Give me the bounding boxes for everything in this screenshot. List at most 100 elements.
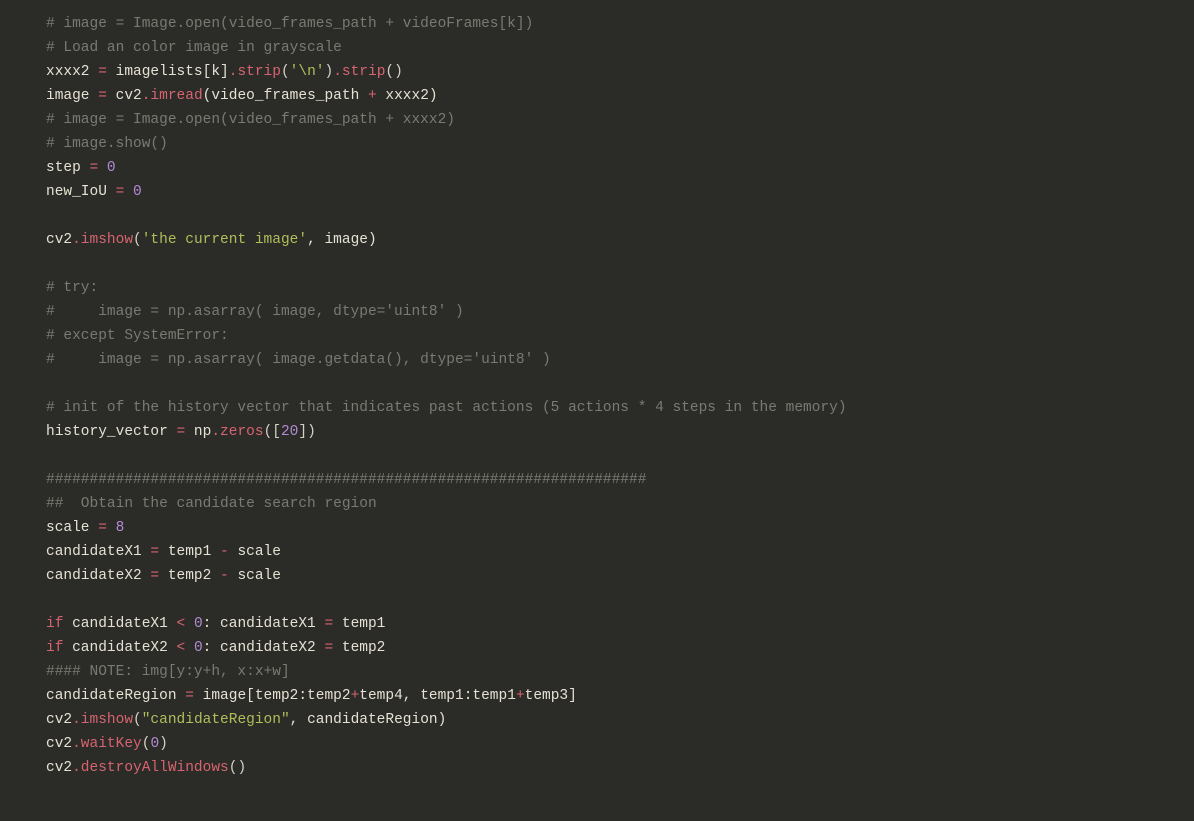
code-line: # try: xyxy=(46,280,98,296)
args: , image) xyxy=(307,232,377,248)
paren: ( xyxy=(133,712,142,728)
module: cv2 xyxy=(46,760,72,776)
operator: < xyxy=(177,616,186,632)
module: np xyxy=(185,424,211,440)
operator: + xyxy=(516,688,525,704)
method: .destroyAllWindows xyxy=(72,760,229,776)
expr: temp3] xyxy=(525,688,577,704)
number: 0 xyxy=(133,184,142,200)
expr: : candidateX2 xyxy=(203,640,325,656)
blank-line xyxy=(46,256,55,272)
operator: = xyxy=(150,544,159,560)
args: , candidateRegion) xyxy=(290,712,447,728)
operator: = xyxy=(324,640,333,656)
blank-line xyxy=(46,376,55,392)
code-line: # except SystemError: xyxy=(46,328,229,344)
code-line: # image = np.asarray( image, dtype='uint… xyxy=(46,304,464,320)
number: 0 xyxy=(194,616,203,632)
paren: ( xyxy=(281,64,290,80)
method: .imread xyxy=(142,88,203,104)
operator: < xyxy=(177,640,186,656)
expr: temp1 xyxy=(159,544,220,560)
expr: candidateX1 xyxy=(63,616,176,632)
blank-line xyxy=(46,592,55,608)
expr: scale xyxy=(229,568,281,584)
number: 20 xyxy=(281,424,298,440)
variable: step xyxy=(46,160,90,176)
module: cv2 xyxy=(107,88,142,104)
code-line: #### NOTE: img[y:y+h, x:x+w] xyxy=(46,664,290,680)
operator: = xyxy=(324,616,333,632)
method: .strip xyxy=(229,64,281,80)
module: cv2 xyxy=(46,712,72,728)
number: 0 xyxy=(194,640,203,656)
keyword: if xyxy=(46,640,63,656)
operator: = xyxy=(177,424,186,440)
code-line: # image = Image.open(video_frames_path +… xyxy=(46,16,533,32)
keyword: if xyxy=(46,616,63,632)
comment: # Load an color image in grayscale xyxy=(46,40,342,56)
paren: ]) xyxy=(298,424,315,440)
comment: # except SystemError: xyxy=(46,328,229,344)
code-line: cv2.destroyAllWindows() xyxy=(46,760,246,776)
code-line: cv2.imshow("candidateRegion", candidateR… xyxy=(46,712,446,728)
code-line: scale = 8 xyxy=(46,520,124,536)
operator: = xyxy=(150,568,159,584)
variable: image xyxy=(46,88,98,104)
comment: # image = Image.open(video_frames_path +… xyxy=(46,16,533,32)
code-line: # image = Image.open(video_frames_path +… xyxy=(46,112,455,128)
number: 0 xyxy=(150,736,159,752)
expr: temp4, temp1:temp1 xyxy=(359,688,516,704)
code-line: cv2.waitKey(0) xyxy=(46,736,168,752)
code-line: image = cv2.imread(video_frames_path + x… xyxy=(46,88,438,104)
variable: candidateRegion xyxy=(46,688,185,704)
operator: = xyxy=(98,64,107,80)
method: .waitKey xyxy=(72,736,142,752)
args: xxxx2) xyxy=(377,88,438,104)
module: cv2 xyxy=(46,736,72,752)
code-editor[interactable]: # image = Image.open(video_frames_path +… xyxy=(0,0,1194,780)
number: 0 xyxy=(107,160,116,176)
code-line: history_vector = np.zeros([20]) xyxy=(46,424,316,440)
code-line: candidateX1 = temp1 - scale xyxy=(46,544,281,560)
paren: () xyxy=(229,760,246,776)
comment: # try: xyxy=(46,280,98,296)
operator: + xyxy=(351,688,360,704)
comment: ########################################… xyxy=(46,472,646,488)
code-line: candidateRegion = image[temp2:temp2+temp… xyxy=(46,688,577,704)
expr: : candidateX1 xyxy=(203,616,325,632)
expr: imagelists[k] xyxy=(107,64,229,80)
code-line: # image = np.asarray( image.getdata(), d… xyxy=(46,352,551,368)
paren: ([ xyxy=(264,424,281,440)
blank-line xyxy=(46,448,55,464)
variable: scale xyxy=(46,520,98,536)
comment: #### NOTE: img[y:y+h, x:x+w] xyxy=(46,664,290,680)
operator: - xyxy=(220,568,229,584)
code-line: if candidateX2 < 0: candidateX2 = temp2 xyxy=(46,640,385,656)
method: .imshow xyxy=(72,712,133,728)
code-line: step = 0 xyxy=(46,160,116,176)
operator: + xyxy=(368,88,377,104)
string: "candidateRegion" xyxy=(142,712,290,728)
code-line: new_IoU = 0 xyxy=(46,184,142,200)
comment: # init of the history vector that indica… xyxy=(46,400,847,416)
comment: # image = np.asarray( image.getdata(), d… xyxy=(46,352,551,368)
operator: - xyxy=(220,544,229,560)
operator: = xyxy=(98,520,107,536)
code-line: xxxx2 = imagelists[k].strip('\n').strip(… xyxy=(46,64,403,80)
variable: history_vector xyxy=(46,424,177,440)
code-line: candidateX2 = temp2 - scale xyxy=(46,568,281,584)
operator: = xyxy=(98,88,107,104)
code-line: # Load an color image in grayscale xyxy=(46,40,342,56)
method: .imshow xyxy=(72,232,133,248)
variable: xxxx2 xyxy=(46,64,98,80)
expr: temp1 xyxy=(333,616,385,632)
module: cv2 xyxy=(46,232,72,248)
comment: # image = np.asarray( image, dtype='uint… xyxy=(46,304,464,320)
operator: = xyxy=(185,688,194,704)
paren: ) xyxy=(324,64,333,80)
code-line: ## Obtain the candidate search region xyxy=(46,496,377,512)
string: 'the current image' xyxy=(142,232,307,248)
code-line: ########################################… xyxy=(46,472,646,488)
expr: scale xyxy=(229,544,281,560)
